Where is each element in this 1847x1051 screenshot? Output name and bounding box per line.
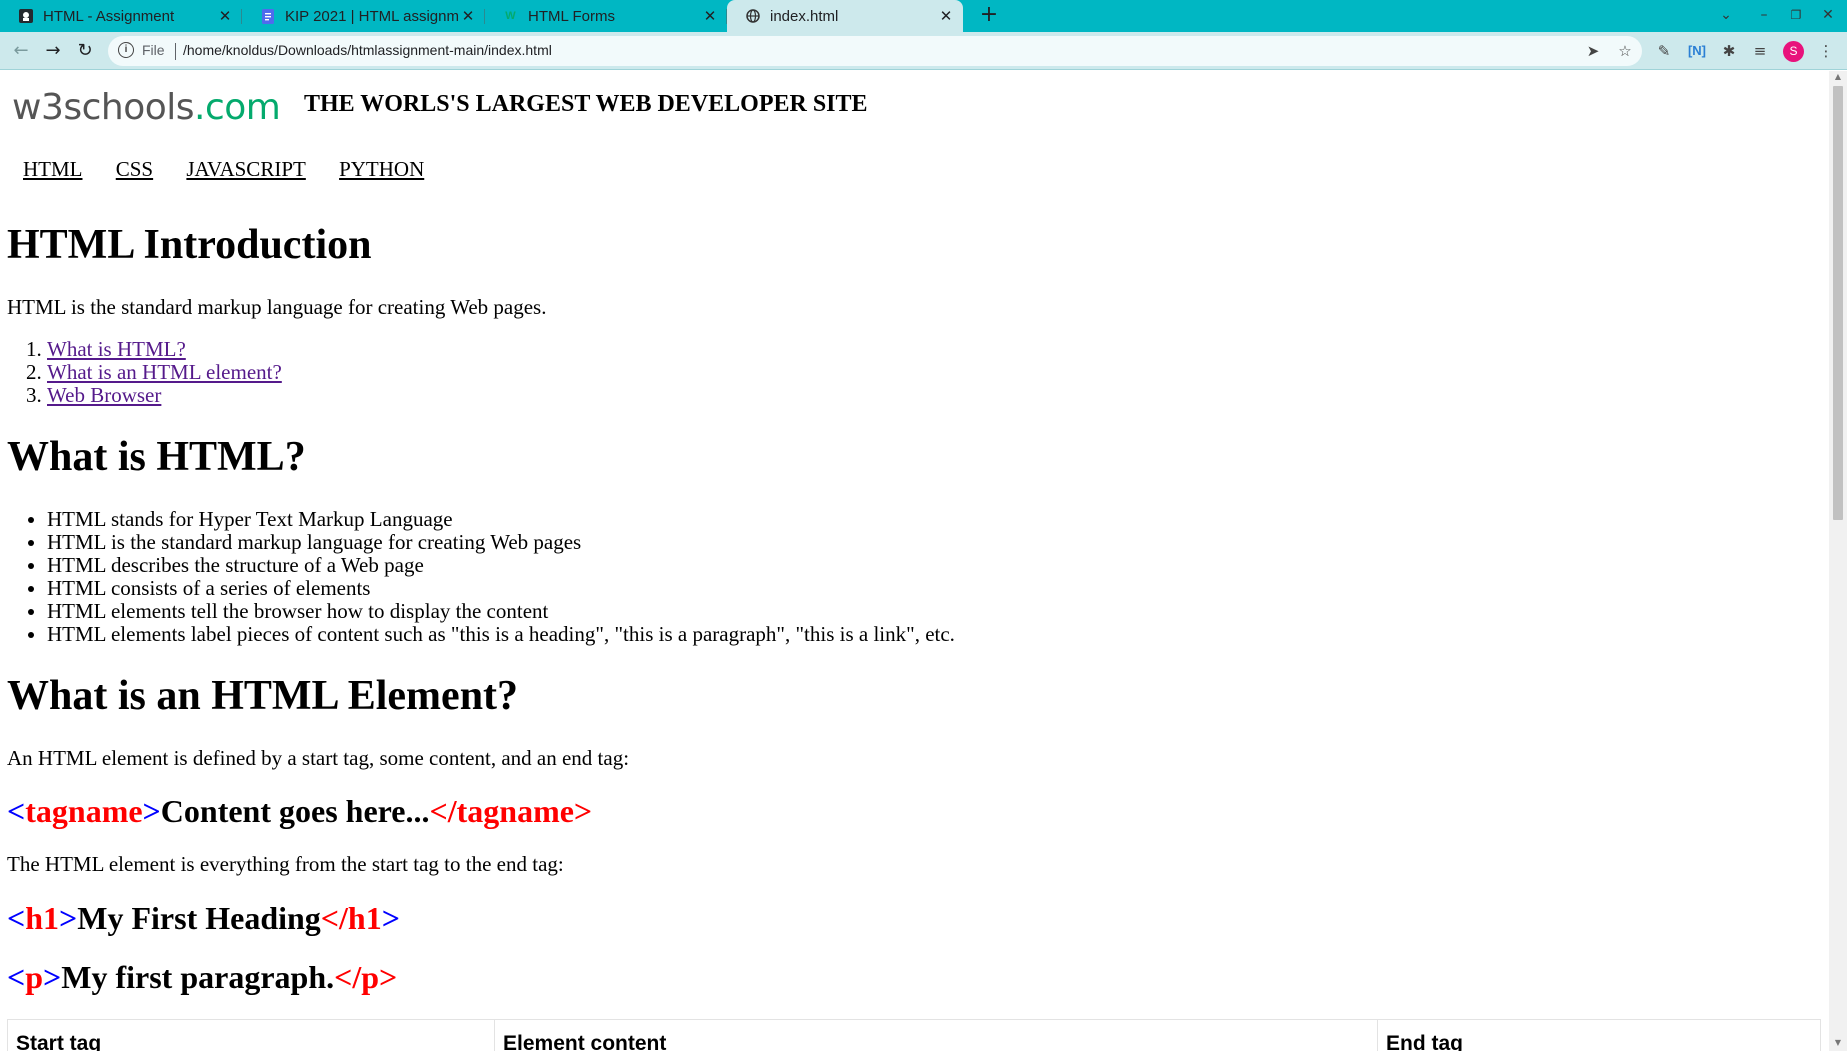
w3schools-logo[interactable]: w3schools.com	[12, 87, 281, 128]
minimize-icon[interactable]: –	[1751, 4, 1777, 26]
list-item: HTML elements label pieces of content su…	[47, 623, 955, 646]
omnibox-divider	[175, 43, 176, 60]
tab-html-forms[interactable]: W HTML Forms ✕	[485, 2, 727, 30]
code-example-tagname: <tagname>Content goes here...</tagname>	[7, 793, 593, 829]
reading-list-icon[interactable]: ≡	[1748, 40, 1772, 62]
tab-title: index.html	[770, 7, 839, 25]
menu-kebab-icon[interactable]: ⋮	[1814, 40, 1838, 62]
nav-link-javascript[interactable]: JAVASCRIPT	[186, 157, 305, 181]
html-facts-list: HTML stands for Hyper Text Markup Langua…	[7, 508, 955, 646]
nav-link-css[interactable]: CSS	[116, 157, 153, 181]
element-scope-paragraph: The HTML element is everything from the …	[7, 852, 564, 876]
code-example-h1: <h1>My First Heading</h1>	[7, 900, 400, 936]
browser-toolbar: ← → ↻ i File /home/knoldus/Downloads/htm…	[0, 32, 1847, 70]
end-tag-name: h1	[347, 900, 382, 936]
end-tag-name: p	[361, 959, 380, 995]
close-tab-icon[interactable]: ✕	[701, 7, 719, 25]
page-viewport: w3schools.com THE WORLS'S LARGEST WEB DE…	[0, 71, 1829, 1051]
page-title: HTML Introduction	[7, 222, 372, 268]
tab-title: KIP 2021 | HTML assignme	[285, 7, 459, 25]
start-tag-name: tagname	[25, 793, 143, 829]
list-item: HTML is the standard markup language for…	[47, 531, 955, 554]
list-item: What is HTML?	[47, 338, 282, 361]
nav-link-python[interactable]: PYTHON	[339, 157, 424, 181]
extension-n-icon[interactable]: [N]	[1685, 40, 1709, 62]
send-icon[interactable]: ➤	[1582, 40, 1604, 62]
example-content: My first paragraph.	[61, 959, 335, 995]
toc-link-what-is-html[interactable]: What is HTML?	[47, 337, 186, 361]
scrollbar-thumb[interactable]	[1833, 86, 1843, 520]
logo-main: w3schools	[12, 87, 195, 128]
back-arrow-icon[interactable]: ←	[8, 39, 34, 63]
table-header-start-tag: Start tag	[16, 1032, 102, 1051]
globe-icon	[745, 9, 760, 24]
list-item: Web Browser	[47, 384, 282, 407]
code-example-p: <p>My first paragraph.</p>	[7, 959, 398, 995]
nav-link-html[interactable]: HTML	[23, 157, 83, 181]
tab-title: HTML Forms	[528, 7, 615, 25]
element-definition-paragraph: An HTML element is defined by a start ta…	[7, 746, 630, 770]
info-icon[interactable]: i	[118, 42, 134, 58]
restore-icon[interactable]: ❐	[1783, 4, 1809, 26]
list-item: HTML consists of a series of elements	[47, 577, 955, 600]
close-tab-icon[interactable]: ✕	[216, 7, 234, 25]
tab-index-html[interactable]: index.html ✕	[727, 0, 963, 32]
table-header-end-tag: End tag	[1377, 1020, 1820, 1051]
toc-link-html-element[interactable]: What is an HTML element?	[47, 360, 282, 384]
url-text[interactable]: /home/knoldus/Downloads/htmlassignment-m…	[183, 42, 552, 58]
site-tagline: THE WORLS'S LARGEST WEB DEVELOPER SITE	[304, 91, 868, 117]
new-tab-button[interactable]: +	[976, 3, 1002, 29]
intro-paragraph: HTML is the standard markup language for…	[7, 295, 547, 319]
docs-icon	[260, 8, 275, 24]
scroll-up-arrow-icon[interactable]: ▲	[1830, 72, 1846, 84]
list-item: HTML elements tell the browser how to di…	[47, 600, 955, 623]
logo-suffix: .com	[194, 87, 281, 128]
profile-avatar[interactable]: S	[1783, 41, 1804, 62]
table-header-element-content: Element content	[494, 1020, 1377, 1051]
start-tag-name: h1	[25, 900, 60, 936]
w3schools-icon: W	[505, 10, 516, 22]
tab-kip-2021[interactable]: KIP 2021 | HTML assignme ✕	[242, 2, 485, 30]
scheme-label: File	[142, 42, 165, 58]
scroll-down-arrow-icon[interactable]: ▼	[1830, 1038, 1846, 1050]
close-tab-icon[interactable]: ✕	[937, 7, 955, 25]
tag-table: Start tag Element content End tag	[7, 1019, 1821, 1051]
list-item: HTML describes the structure of a Web pa…	[47, 554, 955, 577]
example-content: Content goes here...	[160, 793, 430, 829]
section-heading-what-is-html: What is HTML?	[7, 434, 306, 480]
close-window-icon[interactable]: ✕	[1815, 4, 1841, 26]
example-content: My First Heading	[77, 900, 321, 936]
reload-icon[interactable]: ↻	[72, 39, 98, 63]
end-tag-name: tagname	[456, 793, 574, 829]
address-bar[interactable]: i File /home/knoldus/Downloads/htmlassig…	[108, 36, 1642, 66]
extension-icon[interactable]: ✎	[1652, 40, 1676, 62]
bookmark-star-icon[interactable]: ☆	[1614, 40, 1636, 62]
close-tab-icon[interactable]: ✕	[459, 7, 477, 25]
table-of-contents: What is HTML? What is an HTML element? W…	[7, 338, 282, 407]
github-icon	[18, 9, 33, 24]
tab-strip: HTML - Assignment ✕ KIP 2021 | HTML assi…	[0, 0, 1847, 32]
start-tag-name: p	[25, 959, 44, 995]
forward-arrow-icon[interactable]: →	[40, 39, 66, 63]
list-item: HTML stands for Hyper Text Markup Langua…	[47, 508, 955, 531]
tab-title: HTML - Assignment	[43, 7, 175, 25]
top-nav: HTML CSS JAVASCRIPT PYTHON	[23, 157, 452, 182]
tab-search-icon[interactable]: ⌄	[1713, 4, 1739, 26]
toc-link-web-browser[interactable]: Web Browser	[47, 383, 161, 407]
section-heading-html-element: What is an HTML Element?	[7, 673, 519, 719]
list-item: What is an HTML element?	[47, 361, 282, 384]
tab-html-assignment[interactable]: HTML - Assignment ✕	[0, 2, 242, 30]
extensions-puzzle-icon[interactable]: ✱	[1717, 40, 1741, 62]
